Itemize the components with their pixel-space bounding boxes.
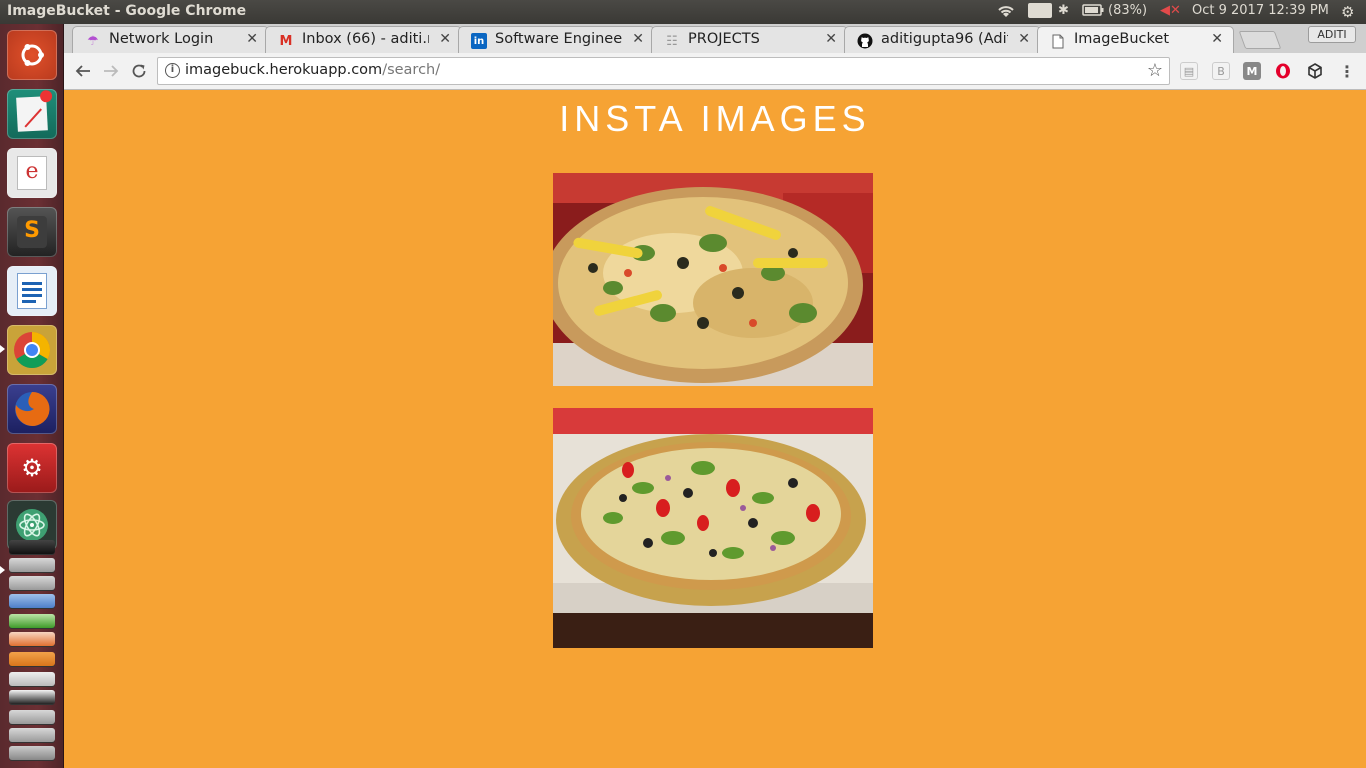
- profile-button[interactable]: ADITI: [1308, 26, 1356, 43]
- back-button[interactable]: [72, 60, 94, 82]
- tab-label: Network Login: [109, 31, 214, 47]
- window-title: ImageBucket - Google Chrome: [7, 3, 247, 19]
- keyboard-language-indicator[interactable]: En: [1028, 3, 1053, 18]
- running-indicator: [0, 345, 5, 353]
- firefox-icon[interactable]: [7, 384, 57, 434]
- impress-icon[interactable]: [9, 632, 55, 646]
- software-center-icon[interactable]: [9, 652, 55, 666]
- new-tab-button[interactable]: [1238, 31, 1282, 49]
- trash-icon[interactable]: [9, 746, 55, 760]
- reload-button[interactable]: [128, 60, 150, 82]
- close-icon[interactable]: ✕: [825, 31, 837, 47]
- document-icon: [1050, 33, 1066, 49]
- pizza-image[interactable]: [553, 173, 873, 386]
- amazon-icon[interactable]: [9, 672, 55, 686]
- page-content: INSTA IMAGES: [64, 90, 1366, 768]
- url-host: imagebuck.herokuapp.com: [185, 62, 383, 78]
- info-icon[interactable]: i: [165, 63, 180, 78]
- extension-icon[interactable]: ▤: [1180, 62, 1198, 80]
- document-viewer-icon[interactable]: e: [7, 148, 57, 198]
- close-icon[interactable]: ✕: [246, 31, 258, 47]
- ubuntu-dash-icon[interactable]: [7, 30, 57, 80]
- menu-icon[interactable]: ⋮: [1338, 62, 1356, 81]
- terminal-icon[interactable]: [9, 540, 55, 554]
- tab-label: Software Engineer: [495, 31, 622, 47]
- linkedin-icon: in: [471, 33, 487, 49]
- tab-strip: ☂ Network Login ✕ M Inbox (66) - aditi.m…: [64, 24, 1366, 53]
- browser-chrome: ☂ Network Login ✕ M Inbox (66) - aditi.m…: [64, 24, 1366, 90]
- battery-icon[interactable]: [1082, 3, 1104, 21]
- tab-label: ImageBucket: [1074, 31, 1170, 47]
- files-icon[interactable]: [9, 558, 55, 572]
- system-settings-icon[interactable]: ⚙: [7, 443, 57, 493]
- page-title: INSTA IMAGES: [559, 98, 871, 139]
- extension-icon[interactable]: B: [1212, 62, 1230, 80]
- sublime-text-icon[interactable]: S: [7, 207, 57, 257]
- github-icon: [857, 33, 873, 49]
- bookmark-star-icon[interactable]: ☆: [1147, 60, 1163, 81]
- grid-icon: ☷: [666, 33, 678, 49]
- tab-inbox[interactable]: M Inbox (66) - aditi.me ✕: [265, 26, 462, 53]
- tab-label: aditigupta96 (Aditi: [881, 31, 1008, 47]
- url-text: imagebuck.herokuapp.com/search/: [185, 62, 440, 78]
- tab-projects[interactable]: ☷ PROJECTS ✕: [651, 26, 848, 53]
- close-icon[interactable]: ✕: [632, 31, 644, 47]
- battery-percent: (83%): [1108, 3, 1148, 18]
- running-indicator: [0, 566, 5, 574]
- cube-icon[interactable]: [1306, 62, 1324, 80]
- tab-label: Inbox (66) - aditi.me: [302, 31, 429, 47]
- umbrella-icon: ☂: [87, 33, 99, 49]
- tab-linkedin[interactable]: in Software Engineer ✕: [458, 26, 655, 53]
- opera-icon[interactable]: [1274, 62, 1292, 80]
- bluetooth-icon[interactable]: ✱: [1058, 3, 1069, 18]
- device-icon[interactable]: [9, 710, 55, 724]
- launcher: e S ⚙: [0, 24, 64, 768]
- text-editor-icon[interactable]: [7, 89, 57, 139]
- close-icon[interactable]: ✕: [1018, 31, 1030, 47]
- browser-toolbar: i imagebuck.herokuapp.com/search/ ☆ ▤ B …: [64, 53, 1366, 90]
- optical-disc-icon[interactable]: [9, 594, 55, 608]
- wifi-icon[interactable]: [996, 3, 1016, 23]
- chrome-icon[interactable]: [7, 325, 57, 375]
- drive-icon[interactable]: [9, 728, 55, 742]
- extension-m-icon[interactable]: M: [1243, 62, 1261, 80]
- gmail-icon: M: [279, 33, 293, 49]
- close-icon[interactable]: ✕: [439, 31, 451, 47]
- system-top-panel: ImageBucket - Google Chrome En ✱ (83%) ◀…: [0, 0, 1366, 24]
- volume-muted-icon[interactable]: ◀✕: [1160, 3, 1181, 18]
- forward-button[interactable]: [100, 60, 122, 82]
- url-path: /search/: [382, 62, 441, 78]
- spreadsheet-icon[interactable]: [9, 614, 55, 628]
- libreoffice-writer-icon[interactable]: [7, 266, 57, 316]
- gear-icon[interactable]: ⚙: [1341, 3, 1354, 21]
- clock[interactable]: Oct 9 2017 12:39 PM: [1192, 3, 1329, 18]
- disks-icon[interactable]: [9, 576, 55, 590]
- address-bar[interactable]: i imagebuck.herokuapp.com/search/ ☆: [157, 57, 1170, 85]
- pizza-image[interactable]: [553, 408, 873, 648]
- tux-icon[interactable]: [9, 690, 55, 704]
- tab-network-login[interactable]: ☂ Network Login ✕: [72, 26, 269, 53]
- tab-imagebucket[interactable]: ImageBucket ✕: [1037, 26, 1234, 53]
- tab-label: PROJECTS: [688, 31, 760, 47]
- close-icon[interactable]: ✕: [1211, 31, 1223, 47]
- tab-github[interactable]: aditigupta96 (Aditi ✕: [844, 26, 1041, 53]
